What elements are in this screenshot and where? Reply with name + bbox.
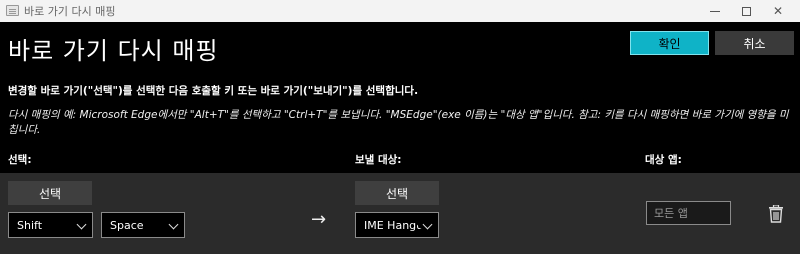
send-key-dropdown[interactable]: IME Hangul <box>355 212 439 238</box>
send-to-column-header: 보낼 대상: <box>355 154 402 166</box>
remap-row: 선택 Shift Space → 선택 IME Hangul <box>0 173 800 254</box>
delete-icon[interactable] <box>768 205 784 223</box>
send-key-value: IME Hangul <box>364 218 427 232</box>
close-button[interactable]: ✕ <box>763 0 793 22</box>
key-dropdown[interactable]: Space <box>101 212 185 238</box>
maximize-button[interactable] <box>731 0 761 22</box>
select-column-header: 선택: <box>8 154 32 166</box>
chevron-down-icon <box>168 219 179 230</box>
select-shortcut-button[interactable]: 선택 <box>8 181 92 205</box>
title-bar: 바로 가기 다시 매핑 ✕ <box>0 0 800 22</box>
instruction-text: 변경할 바로 가기("선택")를 선택한 다음 호출할 키 또는 바로 가기("… <box>8 85 419 97</box>
target-app-input[interactable] <box>646 201 731 225</box>
minimize-button[interactable] <box>700 0 730 22</box>
modifier-value: Shift <box>17 218 43 232</box>
arrow-right-icon: → <box>311 209 327 230</box>
chevron-down-icon <box>76 219 87 230</box>
page-title: 바로 가기 다시 매핑 <box>8 37 219 65</box>
keyboard-icon <box>6 5 19 16</box>
maximize-icon <box>741 6 751 16</box>
cancel-button[interactable]: 취소 <box>715 31 794 55</box>
modifier-dropdown[interactable]: Shift <box>8 212 93 238</box>
ok-button[interactable]: 확인 <box>630 31 709 55</box>
target-app-column-header: 대상 앱: <box>645 154 682 166</box>
key-value: Space <box>110 218 144 232</box>
minimize-icon <box>710 10 720 12</box>
close-icon: ✕ <box>772 4 784 18</box>
select-send-button[interactable]: 선택 <box>355 181 439 205</box>
example-text: 다시 매핑의 예: Microsoft Edge에서만 "Alt+T"를 선택하… <box>8 109 789 136</box>
window-title: 바로 가기 다시 매핑 <box>24 5 116 18</box>
